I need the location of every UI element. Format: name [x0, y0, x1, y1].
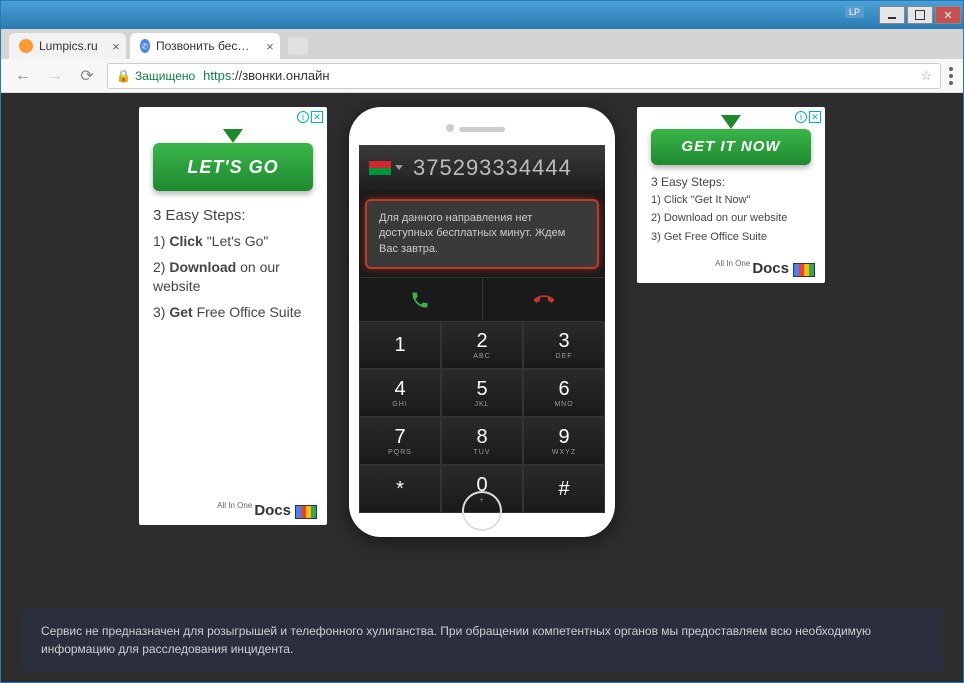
button-label: GET IT NOW [681, 138, 780, 155]
docs-logo: All In OneDocs [217, 502, 317, 519]
disclaimer-footer: Сервис не предназначен для розыгрышей и … [21, 608, 943, 672]
url-text: https://звонки.онлайн [203, 68, 329, 83]
step-1: 1) Click "Get It Now" [651, 193, 811, 208]
keypad-key-2[interactable]: 2ABC [441, 321, 523, 369]
page-content: i✕ LET'S GO 3 Easy Steps: 1) Click "Let'… [1, 93, 963, 682]
keypad-key-8[interactable]: 8TUV [441, 417, 523, 465]
call-button[interactable] [359, 277, 483, 321]
close-icon[interactable]: × [266, 39, 274, 54]
key-number: 9 [558, 426, 569, 449]
colorbox-icon [793, 263, 815, 277]
docs-logo: All In OneDocs [715, 260, 815, 277]
phone-hangup-icon [530, 286, 558, 314]
keypad-key-#[interactable]: # [523, 465, 605, 513]
step-2: 2) Download on our website [651, 211, 811, 226]
tab-label: Lumpics.ru [39, 39, 98, 53]
phone-number: 375293334444 [413, 155, 572, 181]
tab-favicon-icon [19, 39, 33, 53]
key-number: 7 [394, 426, 405, 449]
window-close-button[interactable] [935, 6, 961, 24]
phone-screen: 375293334444 Для данного направления нет… [359, 145, 605, 485]
key-letters: GHI [392, 401, 407, 408]
key-letters: ABC [473, 353, 490, 360]
lets-go-button[interactable]: LET'S GO [153, 143, 313, 191]
browser-menu-button[interactable] [949, 67, 953, 85]
keypad-key-4[interactable]: 4GHI [359, 369, 441, 417]
keypad-key-7[interactable]: 7PQRS [359, 417, 441, 465]
info-icon[interactable]: i [795, 111, 807, 123]
phone-camera-icon [446, 124, 454, 132]
key-letters: DEF [556, 353, 573, 360]
arrow-down-icon [223, 129, 243, 143]
window-titlebar: LP [1, 1, 963, 29]
keypad-key-*[interactable]: * [359, 465, 441, 513]
ad-info: i✕ [795, 111, 821, 123]
key-letters: JKL [474, 401, 489, 408]
keypad-key-3[interactable]: 3DEF [523, 321, 605, 369]
step-1: 1) Click "Let's Go" [153, 232, 313, 252]
phone-home-button[interactable] [462, 491, 502, 531]
window-maximize-button[interactable] [907, 6, 933, 24]
keypad-key-5[interactable]: 5JKL [441, 369, 523, 417]
key-letters: TUV [474, 449, 491, 456]
steps-title: 3 Easy Steps: [153, 207, 313, 224]
key-number: # [558, 478, 569, 501]
browser-tab[interactable]: Lumpics.ru × [9, 33, 126, 59]
step-2: 2) Download on our website [153, 258, 313, 297]
phone-speaker-icon [459, 127, 505, 132]
close-icon[interactable]: ✕ [809, 111, 821, 123]
arrow-down-icon [721, 115, 741, 129]
keypad-key-9[interactable]: 9WXYZ [523, 417, 605, 465]
url-input[interactable]: 🔒 Защищено https://звонки.онлайн ☆ [107, 63, 941, 89]
browser-tabstrip: Lumpics.ru × ✆ Позвонить бесплатно д × [1, 29, 963, 59]
key-letters: WXYZ [552, 449, 576, 456]
hangup-button[interactable] [483, 277, 606, 321]
lock-icon: 🔒 Защищено [116, 69, 195, 83]
lp-badge: LP [845, 6, 864, 18]
key-letters: PQRS [388, 449, 412, 456]
key-number: 4 [394, 378, 405, 401]
step-3: 3) Get Free Office Suite [153, 303, 313, 323]
key-number: 5 [476, 378, 487, 401]
phone-mockup: 375293334444 Для данного направления нет… [349, 107, 615, 537]
browser-urlbar: ← → ⟳ 🔒 Защищено https://звонки.онлайн ☆ [1, 59, 963, 93]
country-flag-selector[interactable] [369, 161, 391, 175]
key-number: * [396, 478, 404, 501]
key-number: 8 [476, 426, 487, 449]
keypad-key-6[interactable]: 6MNO [523, 369, 605, 417]
get-it-now-button[interactable]: GET IT NOW [651, 129, 811, 165]
colorbox-icon [295, 505, 317, 519]
tab-favicon-icon: ✆ [140, 39, 150, 53]
ad-info: i✕ [297, 111, 323, 123]
ad-right: i✕ GET IT NOW 3 Easy Steps: 1) Click "Ge… [637, 107, 825, 283]
info-icon[interactable]: i [297, 111, 309, 123]
key-number: 2 [476, 330, 487, 353]
keypad-key-1[interactable]: 1 [359, 321, 441, 369]
key-number: 6 [558, 378, 569, 401]
close-icon[interactable]: ✕ [311, 111, 323, 123]
back-button[interactable]: ← [11, 64, 35, 88]
status-message: Для данного направления нет доступных бе… [365, 199, 599, 269]
button-label: LET'S GO [187, 157, 278, 177]
new-tab-button[interactable] [288, 37, 308, 55]
tab-label: Позвонить бесплатно д [156, 39, 252, 53]
close-icon[interactable]: × [112, 39, 120, 54]
window-minimize-button[interactable] [879, 6, 905, 24]
dial-keypad: 12ABC3DEF4GHI5JKL6MNO7PQRS8TUV9WXYZ*0+# [359, 321, 605, 513]
key-letters: MNO [554, 401, 573, 408]
key-number: 1 [394, 334, 405, 357]
key-number: 3 [558, 330, 569, 353]
browser-tab-active[interactable]: ✆ Позвонить бесплатно д × [130, 33, 280, 59]
forward-button[interactable]: → [43, 64, 67, 88]
bookmark-star-icon[interactable]: ☆ [920, 68, 932, 84]
steps-title: 3 Easy Steps: [651, 175, 811, 189]
ad-left: i✕ LET'S GO 3 Easy Steps: 1) Click "Let'… [139, 107, 327, 525]
phone-number-display: 375293334444 [359, 145, 605, 191]
phone-call-icon [410, 290, 430, 310]
step-3: 3) Get Free Office Suite [651, 230, 811, 245]
reload-button[interactable]: ⟳ [75, 64, 99, 88]
secure-label: Защищено [135, 69, 195, 83]
